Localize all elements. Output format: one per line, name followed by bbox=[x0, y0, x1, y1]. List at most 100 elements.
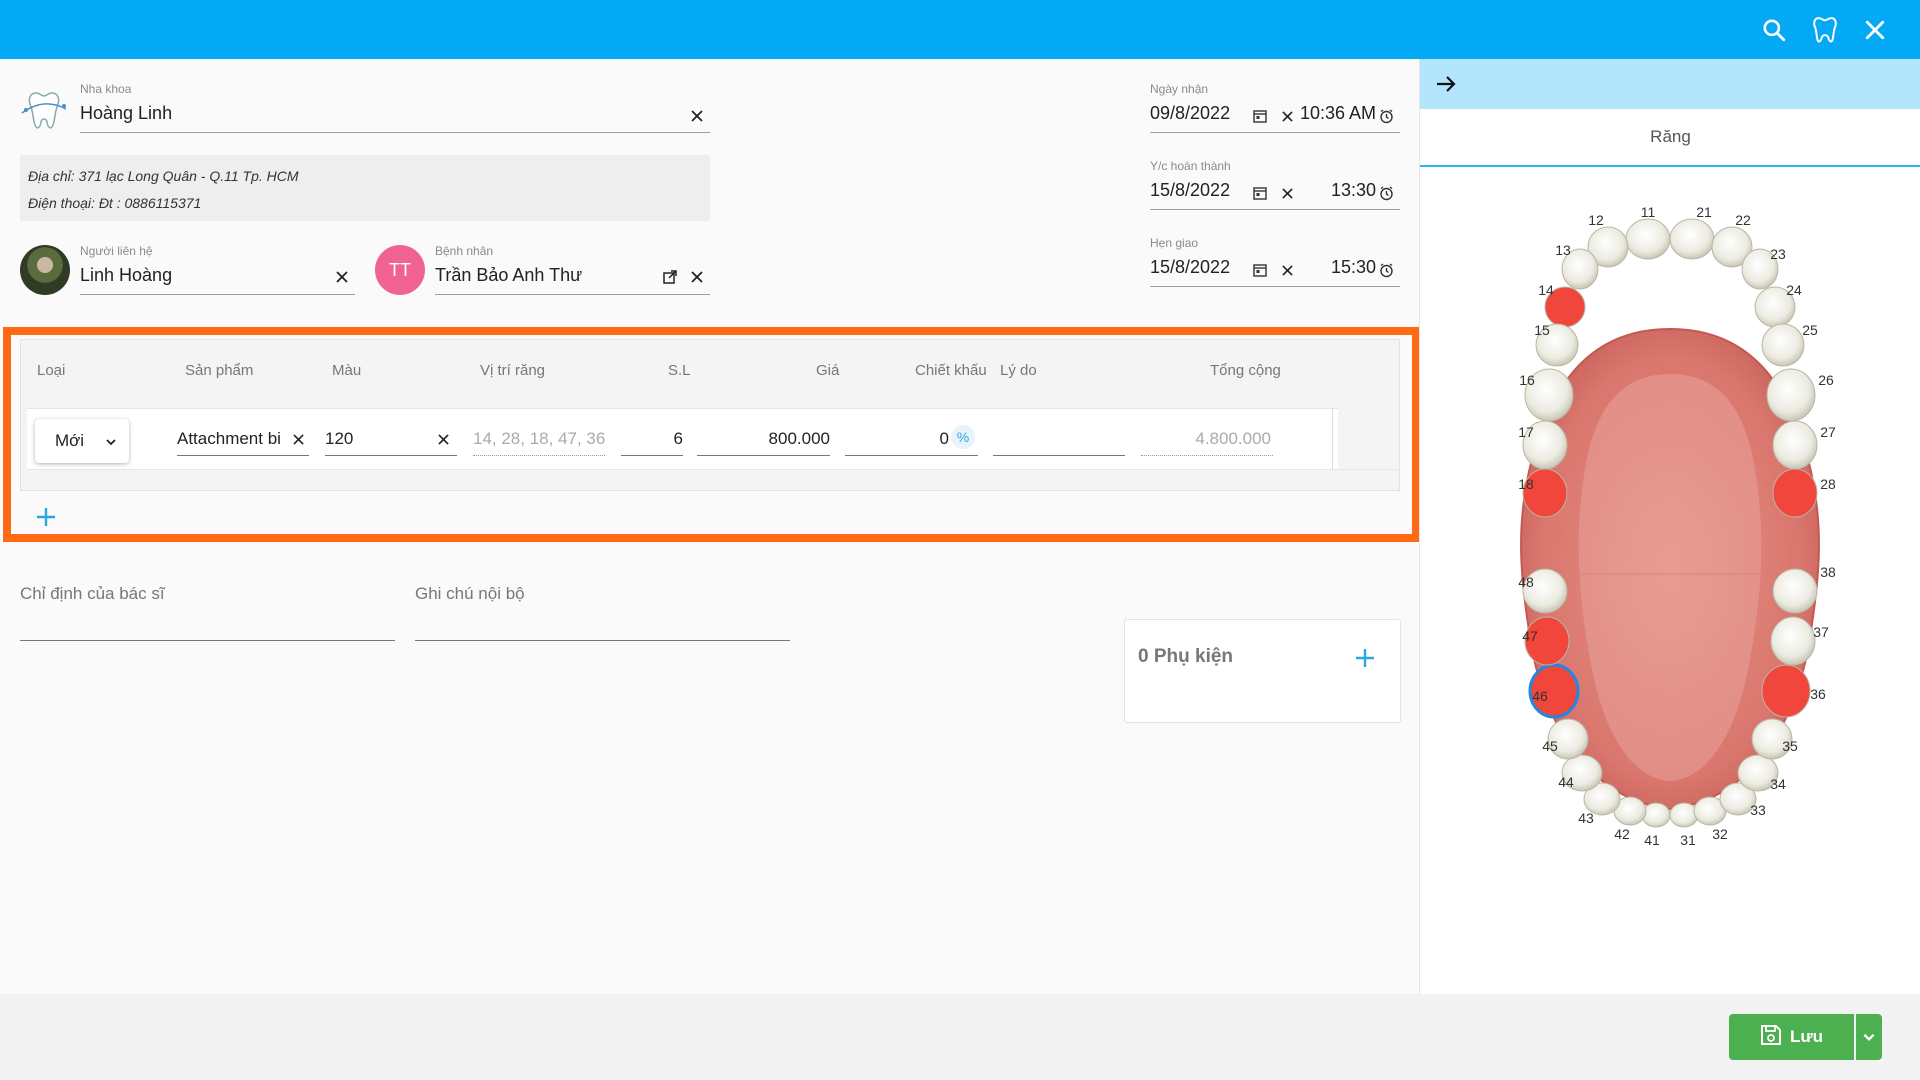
tooth-label-27: 27 bbox=[1820, 424, 1836, 440]
clinic-address-box: Địa chỉ: 371 lạc Long Quân - Q.11 Tp. HC… bbox=[20, 155, 710, 221]
contact-underline bbox=[80, 294, 355, 295]
search-icon[interactable] bbox=[1758, 14, 1790, 46]
clear-clinic-icon[interactable] bbox=[688, 107, 706, 125]
calendar-icon[interactable] bbox=[1251, 261, 1269, 279]
tooth-icon[interactable] bbox=[1809, 14, 1841, 46]
clear-complete-date-icon[interactable] bbox=[1278, 184, 1296, 202]
tooth-label-31: 31 bbox=[1680, 832, 1696, 848]
footer bbox=[0, 994, 1920, 1080]
internal-note-field[interactable] bbox=[415, 640, 790, 641]
tooth-label-13: 13 bbox=[1555, 242, 1571, 258]
arrow-right-icon[interactable] bbox=[1433, 71, 1459, 97]
panel-header bbox=[1420, 59, 1920, 109]
tooth-label-35: 35 bbox=[1782, 738, 1798, 754]
clear-contact-icon[interactable] bbox=[333, 268, 351, 286]
clinic-label: Nha khoa bbox=[80, 82, 132, 96]
complete-time[interactable]: 13:30 bbox=[1331, 180, 1376, 201]
highlight-frame bbox=[3, 327, 1420, 542]
tooth-label-24: 24 bbox=[1786, 282, 1802, 298]
tooth-label-17: 17 bbox=[1518, 424, 1534, 440]
patient-label: Bệnh nhân bbox=[435, 244, 494, 258]
tooth-28[interactable] bbox=[1772, 468, 1818, 518]
received-date[interactable]: 09/8/2022 bbox=[1150, 103, 1230, 124]
clinic-phone: Điện thoại: Đt : 0886115371 bbox=[28, 195, 202, 211]
clinic-address: Địa chỉ: 371 lạc Long Quân - Q.11 Tp. HC… bbox=[28, 168, 299, 184]
tooth-label-18: 18 bbox=[1518, 476, 1534, 492]
clock-icon[interactable] bbox=[1377, 261, 1395, 279]
contact-avatar bbox=[20, 245, 70, 295]
tooth-11[interactable] bbox=[1625, 218, 1671, 260]
chevron-down-icon bbox=[1863, 1033, 1875, 1041]
order-form: Nha khoa Hoàng Linh Địa chỉ: 371 lạc Lon… bbox=[0, 59, 1420, 994]
calendar-icon[interactable] bbox=[1251, 184, 1269, 202]
save-options-button[interactable] bbox=[1856, 1014, 1882, 1060]
received-label: Ngày nhận bbox=[1150, 82, 1209, 96]
complete-underline bbox=[1150, 209, 1400, 210]
clinic-underline bbox=[80, 132, 710, 133]
clear-patient-icon[interactable] bbox=[688, 268, 706, 286]
tooth-31[interactable] bbox=[1669, 802, 1699, 828]
tooth-26[interactable] bbox=[1766, 368, 1816, 422]
calendar-icon[interactable] bbox=[1251, 107, 1269, 125]
delivery-date[interactable]: 15/8/2022 bbox=[1150, 257, 1230, 278]
clear-delivery-date-icon[interactable] bbox=[1278, 261, 1296, 279]
tooth-label-15: 15 bbox=[1534, 322, 1550, 338]
contact-value[interactable]: Linh Hoàng bbox=[80, 265, 172, 286]
tooth-label-36: 36 bbox=[1810, 686, 1826, 702]
tooth-label-38: 38 bbox=[1820, 564, 1836, 580]
delivery-time[interactable]: 15:30 bbox=[1331, 257, 1376, 278]
open-patient-icon[interactable] bbox=[661, 268, 679, 286]
tooth-label-16: 16 bbox=[1519, 372, 1535, 388]
tooth-41[interactable] bbox=[1641, 802, 1671, 828]
doctor-note-field[interactable] bbox=[20, 640, 395, 641]
doctor-note-label: Chỉ định của bác sĩ bbox=[20, 584, 165, 603]
close-icon[interactable] bbox=[1859, 14, 1891, 46]
tab-teeth[interactable]: Răng bbox=[1420, 109, 1920, 167]
tooth-label-11: 11 bbox=[1641, 204, 1656, 220]
clear-received-date-icon[interactable] bbox=[1278, 107, 1296, 125]
top-bar bbox=[0, 0, 1920, 59]
tooth-25[interactable] bbox=[1761, 323, 1805, 367]
tooth-36[interactable] bbox=[1761, 664, 1811, 718]
tooth-label-32: 32 bbox=[1712, 826, 1728, 842]
tooth-label-22: 22 bbox=[1735, 212, 1751, 228]
tooth-label-25: 25 bbox=[1802, 322, 1818, 338]
delivery-underline bbox=[1150, 286, 1400, 287]
add-accessory-button[interactable] bbox=[1353, 646, 1377, 670]
tooth-label-23: 23 bbox=[1770, 246, 1786, 262]
clock-icon[interactable] bbox=[1377, 107, 1395, 125]
received-underline bbox=[1150, 132, 1400, 133]
tooth-label-46: 46 bbox=[1532, 688, 1548, 704]
complete-label: Y/c hoàn thành bbox=[1150, 159, 1231, 173]
tooth-label-28: 28 bbox=[1820, 476, 1836, 492]
complete-date[interactable]: 15/8/2022 bbox=[1150, 180, 1230, 201]
tooth-label-37: 37 bbox=[1813, 624, 1829, 640]
contact-label: Người liên hệ bbox=[80, 244, 153, 258]
tooth-37[interactable] bbox=[1770, 616, 1816, 666]
tooth-label-42: 42 bbox=[1614, 826, 1630, 842]
tooth-label-12: 12 bbox=[1588, 212, 1604, 228]
clinic-logo bbox=[18, 83, 70, 135]
save-label: Lưu bbox=[1789, 1027, 1824, 1046]
clock-icon[interactable] bbox=[1377, 184, 1395, 202]
tooth-label-47: 47 bbox=[1522, 628, 1538, 644]
tooth-38[interactable] bbox=[1772, 568, 1818, 614]
teeth-panel: Răng 11 12 13 14 15 16 17 18 21 22 23 24 25 26 27 28 31 3… bbox=[1419, 59, 1920, 994]
received-time[interactable]: 10:36 AM bbox=[1300, 103, 1376, 124]
patient-avatar: TT bbox=[375, 245, 425, 295]
save-button[interactable]: Lưu bbox=[1729, 1014, 1854, 1060]
tooth-27[interactable] bbox=[1772, 420, 1818, 470]
clinic-value[interactable]: Hoàng Linh bbox=[80, 103, 172, 124]
tooth-label-41: 41 bbox=[1644, 832, 1660, 848]
tooth-label-21: 21 bbox=[1696, 204, 1712, 220]
patient-underline bbox=[435, 294, 710, 295]
teeth-chart: 11 12 13 14 15 16 17 18 21 22 23 24 25 26 27 28 31 32 3334… bbox=[1518, 204, 1836, 848]
tooth-21[interactable] bbox=[1669, 218, 1715, 260]
accessories-card: 0 Phụ kiện bbox=[1124, 619, 1401, 723]
internal-note-label: Ghi chú nội bộ bbox=[415, 584, 525, 603]
patient-value[interactable]: Trần Bảo Anh Thư bbox=[435, 265, 582, 286]
tooth-label-26: 26 bbox=[1818, 372, 1834, 388]
tooth-label-44: 44 bbox=[1558, 774, 1574, 790]
accessories-label: 0 Phụ kiện bbox=[1138, 646, 1234, 667]
tooth-label-48: 48 bbox=[1518, 574, 1534, 590]
